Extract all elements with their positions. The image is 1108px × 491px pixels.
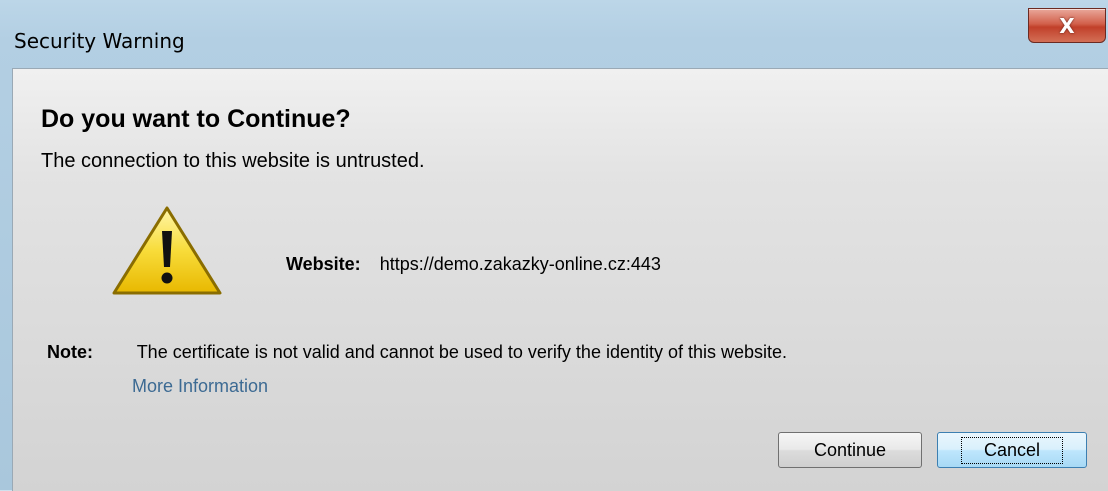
window-title: Security Warning	[14, 29, 185, 53]
close-button[interactable]: X	[1028, 8, 1106, 43]
website-label: Website:	[286, 254, 361, 274]
cancel-button-label: Cancel	[960, 436, 1064, 464]
note-text: The certificate is not valid and cannot …	[136, 342, 788, 362]
dialog-subheading: The connection to this website is untrus…	[41, 150, 425, 172]
continue-button-label: Continue	[813, 439, 887, 460]
continue-button[interactable]: Continue	[778, 432, 922, 468]
dialog-body: Do you want to Continue? The connection …	[12, 68, 1108, 491]
note-row: Note: The certificate is not valid and c…	[47, 342, 787, 363]
more-information-link[interactable]: More Information	[132, 376, 268, 397]
note-label: Note:	[47, 342, 93, 362]
warning-icon	[112, 206, 222, 295]
title-bar[interactable]: Security Warning X	[0, 0, 1108, 68]
dialog-heading: Do you want to Continue?	[41, 105, 351, 133]
website-url: https://demo.zakazky-online.cz:443	[379, 254, 661, 274]
security-warning-window: Security Warning X Do you want to Contin…	[0, 0, 1108, 491]
close-icon: X	[1059, 13, 1075, 38]
website-row: Website: https://demo.zakazky-online.cz:…	[286, 254, 661, 275]
cancel-button[interactable]: Cancel	[937, 432, 1087, 468]
